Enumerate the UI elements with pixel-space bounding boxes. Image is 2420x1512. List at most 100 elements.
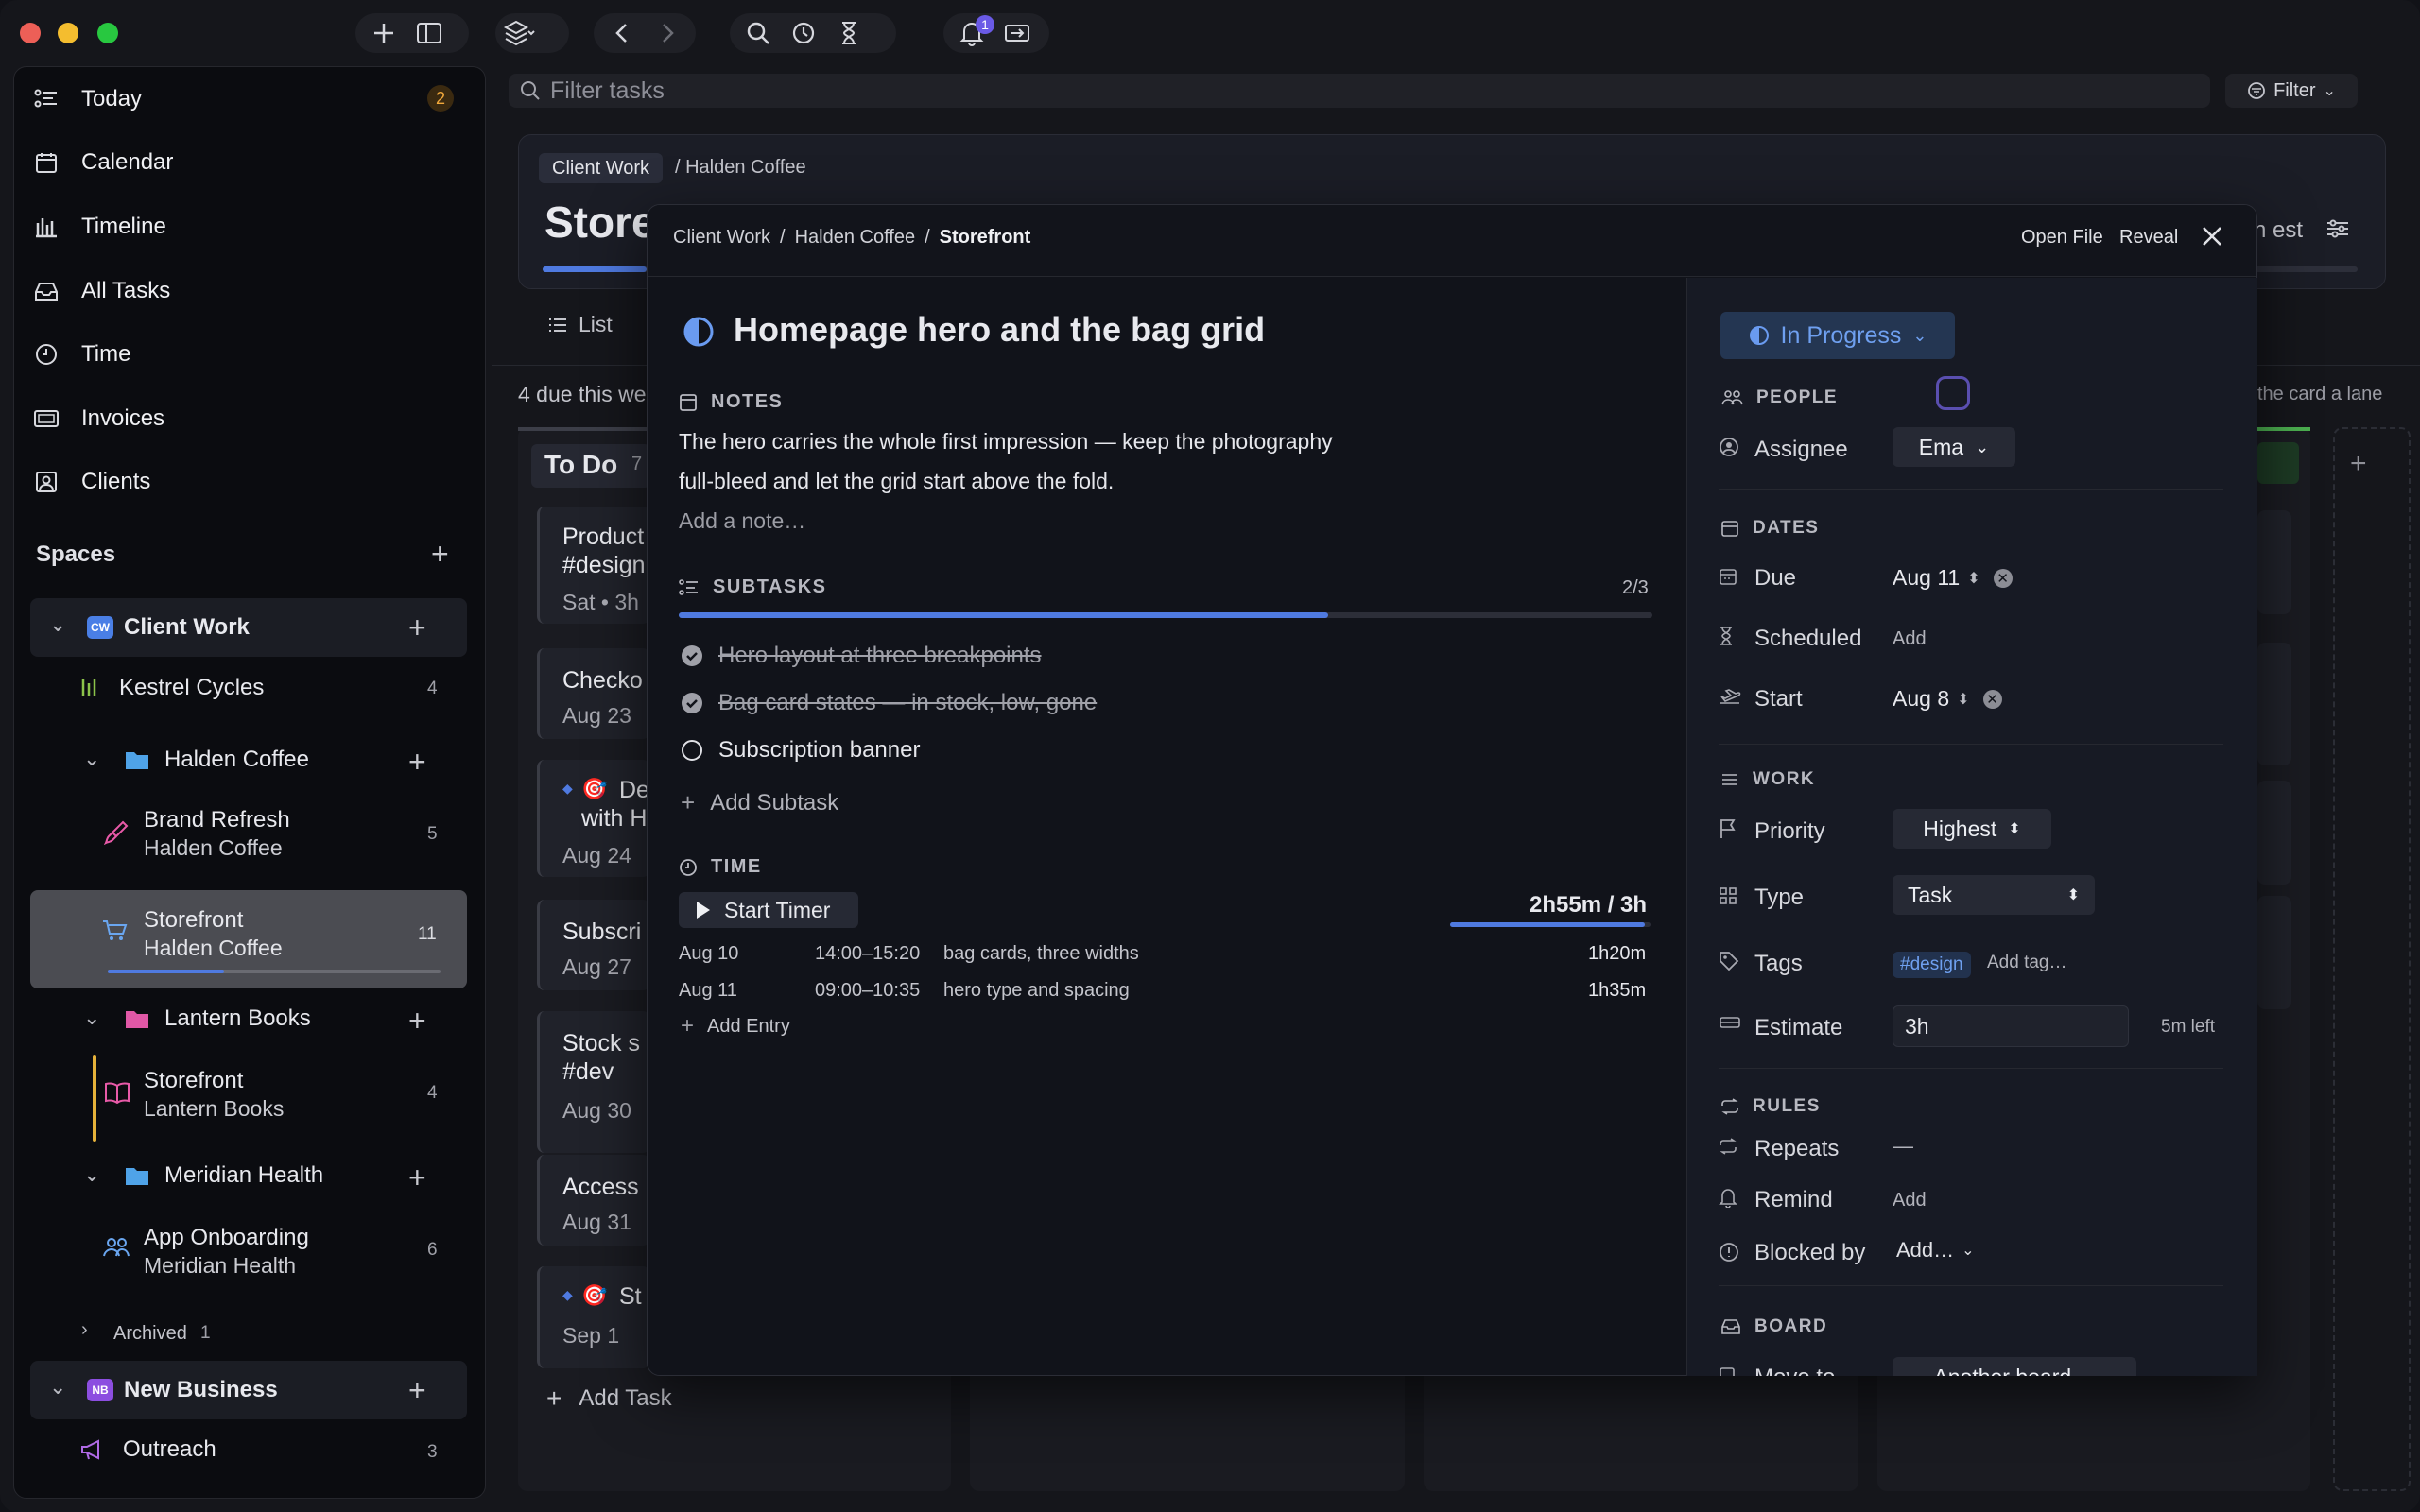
sidebar-item-today[interactable]: Today bbox=[32, 80, 142, 118]
add-to-space-button[interactable]: + bbox=[408, 1375, 426, 1405]
start-timer-button[interactable]: Start Timer bbox=[679, 892, 858, 928]
priority-dropdown[interactable]: Highest ⬍ bbox=[1893, 809, 2051, 849]
sidebar-item-calendar[interactable]: Calendar bbox=[32, 144, 173, 181]
sync-icon[interactable] bbox=[996, 17, 1038, 49]
task-card[interactable]: ◆ 🎯 De with H Aug 24 bbox=[537, 760, 650, 877]
task-card[interactable]: Access Aug 31 bbox=[537, 1155, 650, 1246]
add-to-space-button[interactable]: + bbox=[408, 612, 426, 643]
checked-circle-icon[interactable] bbox=[681, 644, 703, 667]
back-button[interactable] bbox=[601, 17, 643, 49]
breadcrumb-halden-coffee[interactable]: / Halden Coffee bbox=[675, 157, 806, 179]
add-column-button[interactable]: + bbox=[2350, 450, 2367, 478]
add-to-folder-button[interactable]: + bbox=[408, 1005, 426, 1036]
add-to-folder-button[interactable]: + bbox=[408, 1162, 426, 1193]
project-title[interactable]: Brand Refresh bbox=[144, 807, 290, 833]
minimize-window-button[interactable] bbox=[58, 23, 78, 43]
due-date-field[interactable]: Aug 11 ⬍ ✕ bbox=[1893, 565, 2013, 591]
toolbar-tools bbox=[730, 13, 896, 53]
add-entry-button[interactable]: + Add Entry bbox=[681, 1013, 790, 1040]
settings-sliders-icon[interactable] bbox=[2325, 217, 2350, 240]
chevron-down-icon[interactable]: ⌄ bbox=[49, 612, 66, 637]
move-to-dropdown[interactable]: Another board ⌄ bbox=[1893, 1357, 2136, 1376]
clear-date-icon[interactable]: ✕ bbox=[1982, 689, 2002, 709]
breadcrumb-client-work[interactable]: Client Work bbox=[539, 153, 663, 183]
stepper-icon[interactable]: ⬍ bbox=[1967, 569, 1979, 588]
notes-line[interactable]: full-bleed and let the grid start above … bbox=[679, 469, 1114, 494]
subtask-item[interactable]: Bag card states — in stock, low, gone bbox=[681, 690, 1097, 716]
time-entry-row[interactable]: Aug 11 bbox=[679, 980, 737, 1002]
task-card[interactable]: Checko Aug 23 bbox=[537, 648, 650, 739]
assignee-dropdown[interactable]: Ema ⌄ bbox=[1893, 427, 2015, 467]
folder-halden-coffee[interactable]: Halden Coffee bbox=[125, 747, 309, 773]
task-card[interactable]: Product #design Sat • 3h bbox=[537, 507, 650, 624]
notifications-bell-icon[interactable]: 1 bbox=[951, 15, 994, 49]
add-task-button[interactable]: + Add Task bbox=[546, 1385, 672, 1412]
task-card[interactable]: ◆ 🎯 St Sep 1 bbox=[537, 1266, 650, 1368]
chevron-down-icon[interactable]: ⌄ bbox=[83, 1162, 100, 1187]
view-tab-list[interactable]: List bbox=[548, 312, 613, 337]
archived-label[interactable]: Archived bbox=[113, 1323, 187, 1345]
add-column-zone[interactable] bbox=[2333, 427, 2411, 1491]
close-window-button[interactable] bbox=[20, 23, 41, 43]
project-title[interactable]: Storefront bbox=[144, 1068, 243, 1094]
repeats-value[interactable]: — bbox=[1893, 1134, 1913, 1159]
filter-button[interactable]: Filter ⌄ bbox=[2225, 74, 2358, 108]
clear-date-icon[interactable]: ✕ bbox=[1993, 568, 2013, 588]
history-clock-icon[interactable] bbox=[783, 17, 824, 49]
stepper-icon[interactable]: ⬍ bbox=[1957, 690, 1969, 709]
add-space-button[interactable]: + bbox=[431, 539, 449, 569]
diamond-icon: ◆ bbox=[562, 781, 573, 796]
checked-circle-icon[interactable] bbox=[681, 692, 703, 714]
layers-menu-button[interactable] bbox=[495, 13, 569, 53]
zoom-window-button[interactable] bbox=[97, 23, 118, 43]
sidebar-item-all-tasks[interactable]: All Tasks bbox=[32, 272, 170, 310]
add-note-input[interactable]: Add a note… bbox=[679, 508, 805, 534]
subtask-item[interactable]: Subscription banner bbox=[681, 737, 920, 764]
sidebar-toggle-icon[interactable] bbox=[408, 17, 450, 49]
project-title[interactable]: App Onboarding bbox=[144, 1225, 309, 1251]
project-outreach[interactable]: Outreach bbox=[79, 1436, 216, 1463]
folder-meridian-health[interactable]: Meridian Health bbox=[125, 1162, 323, 1189]
time-entry-row[interactable]: Aug 10 bbox=[679, 943, 738, 965]
type-dropdown[interactable]: Task ⬍ bbox=[1893, 875, 2095, 915]
breadcrumb-client-work[interactable]: Client Work bbox=[673, 227, 770, 249]
hourglass-icon[interactable] bbox=[828, 17, 870, 49]
reveal-button[interactable]: Reveal bbox=[2119, 227, 2178, 249]
folder-lantern-books[interactable]: Lantern Books bbox=[125, 1005, 311, 1032]
chevron-down-icon[interactable]: ⌄ bbox=[83, 1005, 100, 1030]
half-circle-status-icon[interactable] bbox=[683, 316, 715, 348]
notes-line[interactable]: The hero carries the whole first impress… bbox=[679, 429, 1333, 455]
chevron-down-icon[interactable]: ⌄ bbox=[49, 1375, 66, 1400]
project-kestrel-cycles[interactable]: Kestrel Cycles bbox=[79, 675, 264, 701]
forward-button[interactable] bbox=[647, 17, 688, 49]
add-subtask-button[interactable]: + Add Subtask bbox=[681, 788, 838, 817]
status-dropdown[interactable]: In Progress ⌄ bbox=[1720, 312, 1955, 359]
subtask-item[interactable]: Hero layout at three breakpoints bbox=[681, 643, 1042, 669]
open-file-button[interactable]: Open File bbox=[2021, 227, 2103, 249]
sidebar-item-timeline[interactable]: Timeline bbox=[32, 208, 166, 246]
estimate-input[interactable]: 3h bbox=[1893, 1005, 2129, 1047]
remind-add[interactable]: Add bbox=[1893, 1190, 1927, 1211]
search-icon[interactable] bbox=[737, 17, 779, 49]
filter-tasks-input[interactable]: Filter tasks bbox=[509, 74, 2210, 108]
tag-chip[interactable]: #design bbox=[1893, 952, 1971, 978]
chevron-down-icon[interactable]: ⌄ bbox=[83, 747, 100, 771]
sidebar-item-time[interactable]: Time bbox=[32, 335, 130, 373]
blocked-by-dropdown[interactable]: Add… ⌄ bbox=[1896, 1238, 1975, 1263]
empty-circle-icon[interactable] bbox=[681, 739, 703, 762]
subtasks-progress-fill bbox=[679, 612, 1328, 618]
chevron-right-icon[interactable]: › bbox=[81, 1319, 88, 1341]
start-date-field[interactable]: Aug 8 ⬍ ✕ bbox=[1893, 686, 2002, 712]
close-icon[interactable] bbox=[2201, 225, 2223, 248]
scheduled-add[interactable]: Add bbox=[1893, 628, 1927, 650]
sidebar-item-invoices[interactable]: Invoices bbox=[32, 400, 164, 438]
breadcrumb-storefront[interactable]: Storefront bbox=[940, 227, 1031, 249]
task-card[interactable]: Subscri Aug 27 bbox=[537, 900, 650, 990]
task-title[interactable]: Homepage hero and the bag grid bbox=[734, 310, 1265, 350]
add-to-folder-button[interactable]: + bbox=[408, 747, 426, 777]
task-card[interactable]: Stock s #dev Aug 30 bbox=[537, 1011, 650, 1153]
add-tag-input[interactable]: Add tag… bbox=[1987, 953, 2067, 973]
breadcrumb-halden-coffee[interactable]: Halden Coffee bbox=[795, 227, 916, 249]
new-task-button[interactable] bbox=[363, 17, 405, 49]
sidebar-item-clients[interactable]: Clients bbox=[32, 463, 150, 501]
